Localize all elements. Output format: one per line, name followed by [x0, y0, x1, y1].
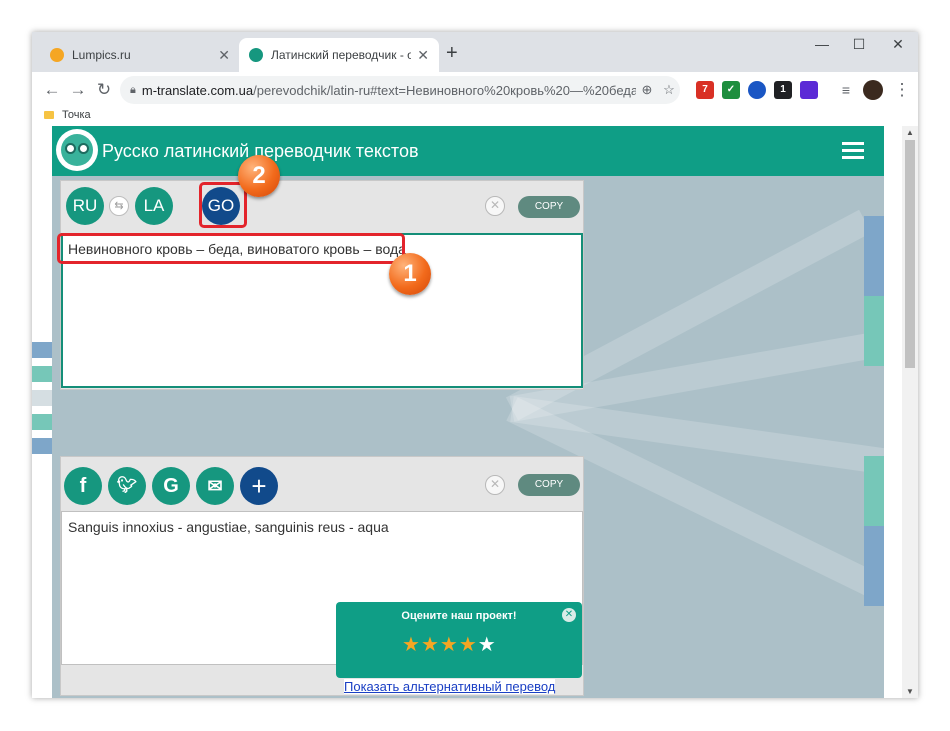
star-icon[interactable]: ★ — [478, 634, 497, 656]
page-scrollbar[interactable]: ▲ ▼ — [902, 126, 918, 698]
hamburger-menu-icon[interactable] — [842, 142, 864, 163]
go-highlight-frame — [199, 182, 247, 228]
add-icon[interactable]: ⊕ — [636, 82, 658, 98]
tab-title: Латинский переводчик - онлай — [271, 48, 412, 62]
bookmark-star-icon[interactable]: ☆ — [658, 82, 680, 98]
side-decoration — [32, 366, 52, 382]
google-share-icon[interactable]: G — [152, 467, 190, 505]
media-control-icon[interactable]: ≡ — [834, 78, 858, 102]
tab-lumpics[interactable]: Lumpics.ru ✕ — [40, 38, 240, 72]
swap-languages-icon[interactable]: ⇆ — [109, 196, 129, 216]
new-tab-button[interactable]: + — [446, 42, 458, 65]
copy-output-button[interactable]: COPY — [518, 474, 580, 496]
translation-text: Sanguis innoxius - angustiae, sanguinis … — [68, 519, 389, 535]
side-decoration — [864, 456, 884, 526]
side-decoration — [864, 216, 884, 296]
scroll-down-icon[interactable]: ▼ — [902, 687, 918, 696]
ext-globe-icon[interactable] — [748, 81, 766, 99]
owl-eye — [78, 143, 89, 154]
side-decoration — [32, 390, 52, 406]
lumpics-favicon-icon — [50, 48, 64, 62]
source-language-button[interactable]: RU — [66, 187, 104, 225]
url-path: /perevodchik/latin-ru#text=Невиновного%2… — [253, 82, 636, 98]
browser-window: Lumpics.ru ✕ Латинский переводчик - онла… — [32, 32, 918, 698]
close-icon[interactable]: ✕ — [562, 608, 576, 622]
tab-strip: Lumpics.ru ✕ Латинский переводчик - онла… — [32, 32, 918, 72]
star-icon[interactable]: ★ — [421, 634, 440, 656]
maximize-button[interactable]: ☐ — [844, 36, 874, 53]
email-share-icon[interactable]: ✉ — [196, 467, 234, 505]
clear-input-icon[interactable]: ✕ — [485, 196, 505, 216]
ext-red-icon[interactable]: 7 — [696, 81, 714, 99]
browser-toolbar: ← → ↻ 🔒︎ m-translate.com.ua/perevodchik/… — [32, 72, 918, 108]
copy-input-button[interactable]: COPY — [518, 196, 580, 218]
ext-check-icon[interactable]: ✓ — [722, 81, 740, 99]
ext-purple-icon[interactable] — [800, 81, 818, 99]
star-icon[interactable]: ★ — [402, 634, 421, 656]
step-badge-2: 2 — [238, 155, 280, 197]
close-icon[interactable]: ✕ — [218, 47, 230, 64]
lock-icon: 🔒︎ — [130, 83, 136, 96]
avatar[interactable] — [863, 80, 883, 100]
url-text[interactable]: m-translate.com.ua/perevodchik/latin-ru#… — [142, 83, 636, 98]
minimize-button[interactable]: — — [807, 36, 837, 52]
owl-eye — [65, 143, 76, 154]
input-highlight-frame — [57, 233, 405, 264]
target-language-button[interactable]: LA — [135, 187, 173, 225]
rating-title: Оцените наш проект! — [401, 610, 517, 622]
bookmarks-bar: Точка — [32, 108, 918, 127]
url-host: m-translate.com.ua — [141, 82, 254, 98]
owl-icon — [61, 134, 93, 166]
side-decoration — [32, 342, 52, 358]
scroll-up-icon[interactable]: ▲ — [902, 128, 918, 137]
folder-icon — [44, 111, 54, 119]
close-icon[interactable]: ✕ — [417, 47, 429, 64]
side-decoration — [864, 526, 884, 606]
bookmark-item[interactable]: Точка — [44, 109, 91, 121]
alternative-translation-link[interactable]: Показать альтернативный перевод — [344, 679, 556, 694]
facebook-share-icon[interactable]: f — [64, 467, 102, 505]
close-window-button[interactable]: ✕ — [883, 36, 913, 53]
site-header: Русско латинский переводчик текстов — [52, 126, 884, 176]
owl-logo-icon[interactable] — [56, 129, 98, 171]
rating-popup: Оцените наш проект! ✕ ★★★★★ — [336, 602, 582, 678]
side-decoration — [32, 438, 52, 454]
side-decoration — [32, 414, 52, 430]
page-viewport: Русско латинский переводчик текстов RU ⇆… — [32, 126, 918, 698]
address-bar[interactable]: 🔒︎ m-translate.com.ua/perevodchik/latin-… — [120, 76, 680, 104]
tab-translator[interactable]: Латинский переводчик - онлай ✕ — [239, 38, 439, 72]
star-icon[interactable]: ★ — [440, 634, 459, 656]
twitter-share-icon[interactable]: 🐦︎ — [108, 467, 146, 505]
star-icon[interactable]: ★ — [459, 634, 478, 656]
scrollbar-thumb[interactable] — [905, 140, 915, 368]
back-arrow-icon[interactable]: ← — [40, 78, 64, 102]
side-decoration — [864, 296, 884, 366]
bookmark-label: Точка — [62, 109, 91, 121]
step-badge-1: 1 — [389, 253, 431, 295]
more-share-icon[interactable]: + — [240, 467, 278, 505]
ext-box-icon[interactable]: 1 — [774, 81, 792, 99]
tab-title: Lumpics.ru — [72, 48, 131, 62]
clear-output-icon[interactable]: ✕ — [485, 475, 505, 495]
rating-stars[interactable]: ★★★★★ — [402, 632, 497, 657]
reload-icon[interactable]: ↻ — [92, 78, 116, 102]
menu-dots-icon[interactable]: ⋮ — [890, 78, 914, 102]
input-panel: RU ⇆ LA GO ✕ COPY Невиновного кровь – бе… — [60, 180, 584, 390]
forward-arrow-icon[interactable]: → — [66, 78, 90, 102]
owl-favicon-icon — [249, 48, 263, 62]
